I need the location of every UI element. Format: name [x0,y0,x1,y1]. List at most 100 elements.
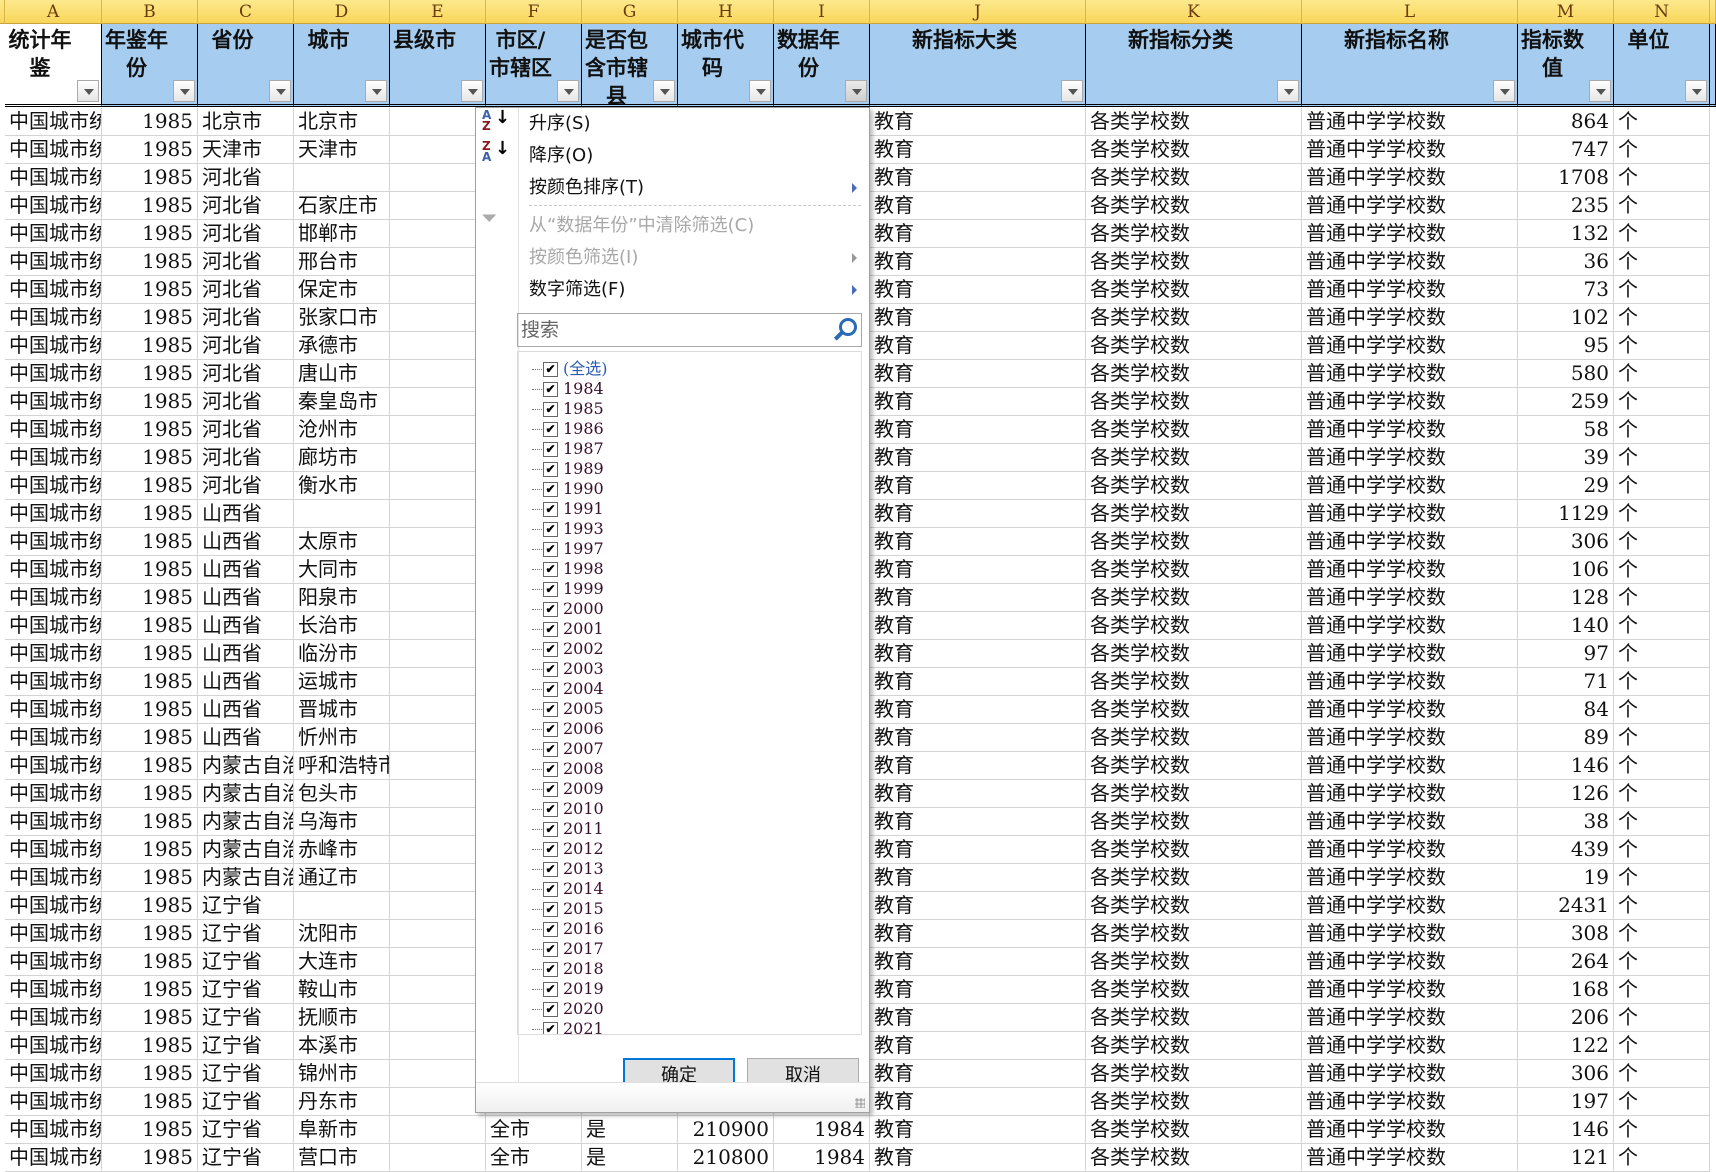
cell-e[interactable] [390,332,486,360]
checkbox-checked-icon[interactable]: ✔ [543,782,558,797]
cell-c[interactable]: 辽宁省 [198,1004,294,1032]
cell-a[interactable]: 中国城市统计年鉴 [5,332,102,360]
cell-k[interactable]: 各类学校数 [1086,808,1302,836]
cell-m[interactable]: 1708 [1518,164,1614,192]
cell-c[interactable]: 山西省 [198,724,294,752]
cell-d[interactable]: 乌海市 [294,808,390,836]
filter-option-select-all[interactable]: ✔ (全选) [532,359,608,379]
cell-b[interactable]: 1985 [102,836,198,864]
cell-e[interactable] [390,668,486,696]
cell-l[interactable]: 普通中学学校数 [1302,164,1518,192]
cell-n[interactable]: 个 [1614,1004,1710,1032]
cell-c[interactable]: 河北省 [198,472,294,500]
cell-j[interactable]: 教育 [870,1004,1086,1032]
cell-c[interactable]: 河北省 [198,164,294,192]
cell-m[interactable]: 747 [1518,136,1614,164]
cell-c[interactable]: 山西省 [198,612,294,640]
cell-c[interactable]: 山西省 [198,640,294,668]
cell-a[interactable]: 中国城市统计年鉴 [5,388,102,416]
cell-c[interactable]: 山西省 [198,556,294,584]
cell-n[interactable]: 个 [1614,864,1710,892]
filter-option[interactable]: ✔ 2008 [532,759,604,779]
cell-l[interactable]: 普通中学学校数 [1302,920,1518,948]
cell-a[interactable]: 中国城市统计年鉴 [5,1060,102,1088]
cell-d[interactable]: 赤峰市 [294,836,390,864]
column-header-g[interactable]: G [582,0,678,24]
cell-d[interactable]: 承德市 [294,332,390,360]
cell-j[interactable]: 教育 [870,360,1086,388]
cell-c[interactable]: 内蒙古自治区 [198,780,294,808]
cell-k[interactable]: 各类学校数 [1086,1144,1302,1172]
cell-d[interactable]: 长治市 [294,612,390,640]
checkbox-checked-icon[interactable]: ✔ [543,862,558,877]
cell-c[interactable]: 北京市 [198,108,294,136]
cell-a[interactable]: 中国城市统计年鉴 [5,500,102,528]
cell-j[interactable]: 教育 [870,892,1086,920]
filter-dropdown-button[interactable] [1493,80,1515,102]
cell-j[interactable]: 教育 [870,696,1086,724]
cell-a[interactable]: 中国城市统计年鉴 [5,836,102,864]
cell-l[interactable]: 普通中学学校数 [1302,192,1518,220]
cell-n[interactable]: 个 [1614,1116,1710,1144]
cell-l[interactable]: 普通中学学校数 [1302,528,1518,556]
column-header-a[interactable]: A [5,0,102,24]
filter-option[interactable]: ✔ 2011 [532,819,604,839]
checkbox-checked-icon[interactable]: ✔ [543,582,558,597]
cell-d[interactable]: 大同市 [294,556,390,584]
cell-e[interactable] [390,164,486,192]
cell-a[interactable]: 中国城市统计年鉴 [5,584,102,612]
filter-option[interactable]: ✔ 2010 [532,799,604,819]
cell-m[interactable]: 580 [1518,360,1614,388]
cell-c[interactable]: 河北省 [198,192,294,220]
cell-a[interactable]: 中国城市统计年鉴 [5,164,102,192]
cell-m[interactable]: 1129 [1518,500,1614,528]
filter-option[interactable]: ✔ 1989 [532,459,604,479]
checkbox-checked-icon[interactable]: ✔ [543,722,558,737]
cell-n[interactable]: 个 [1614,976,1710,1004]
cell-c[interactable]: 辽宁省 [198,920,294,948]
cell-n[interactable]: 个 [1614,948,1710,976]
checkbox-checked-icon[interactable]: ✔ [543,842,558,857]
cell-d[interactable]: 呼和浩特市 [294,752,390,780]
cell-n[interactable]: 个 [1614,500,1710,528]
cell-k[interactable]: 各类学校数 [1086,864,1302,892]
cell-m[interactable]: 146 [1518,752,1614,780]
filter-dropdown-button[interactable] [653,80,675,102]
cell-i[interactable]: 1984 [774,1144,870,1172]
cell-e[interactable] [390,724,486,752]
cell-m[interactable]: 121 [1518,1144,1614,1172]
filter-option[interactable]: ✔ 1997 [532,539,604,559]
cell-k[interactable]: 各类学校数 [1086,976,1302,1004]
cell-m[interactable]: 128 [1518,584,1614,612]
cell-d[interactable]: 邯郸市 [294,220,390,248]
cell-e[interactable] [390,304,486,332]
cell-m[interactable]: 132 [1518,220,1614,248]
checkbox-checked-icon[interactable]: ✔ [543,482,558,497]
cell-b[interactable]: 1985 [102,1088,198,1116]
cell-d[interactable]: 廊坊市 [294,444,390,472]
cell-m[interactable]: 36 [1518,248,1614,276]
cell-j[interactable]: 教育 [870,388,1086,416]
cell-a[interactable]: 中国城市统计年鉴 [5,948,102,976]
cell-b[interactable]: 1985 [102,472,198,500]
cell-a[interactable]: 中国城市统计年鉴 [5,892,102,920]
cell-d[interactable]: 通辽市 [294,864,390,892]
cell-k[interactable]: 各类学校数 [1086,164,1302,192]
cell-l[interactable]: 普通中学学校数 [1302,388,1518,416]
cell-e[interactable] [390,220,486,248]
checkbox-checked-icon[interactable]: ✔ [543,662,558,677]
filter-option[interactable]: ✔ 2013 [532,859,604,879]
cell-l[interactable]: 普通中学学校数 [1302,136,1518,164]
cell-b[interactable]: 1985 [102,416,198,444]
filter-value-list[interactable]: ✔ (全选) ✔ 1984 ✔ 1985 ✔ 1986 ✔ 1987 ✔ 1989 ✔ 1990 ✔ 1991… [517,351,862,1035]
filter-option[interactable]: ✔ 2003 [532,659,604,679]
cell-k[interactable]: 各类学校数 [1086,836,1302,864]
cell-d[interactable]: 大连市 [294,948,390,976]
cell-l[interactable]: 普通中学学校数 [1302,1032,1518,1060]
cell-k[interactable]: 各类学校数 [1086,920,1302,948]
cell-n[interactable]: 个 [1614,276,1710,304]
cell-n[interactable]: 个 [1614,360,1710,388]
cell-d[interactable]: 石家庄市 [294,192,390,220]
cell-j[interactable]: 教育 [870,1060,1086,1088]
filter-dropdown-button[interactable] [1589,80,1611,102]
